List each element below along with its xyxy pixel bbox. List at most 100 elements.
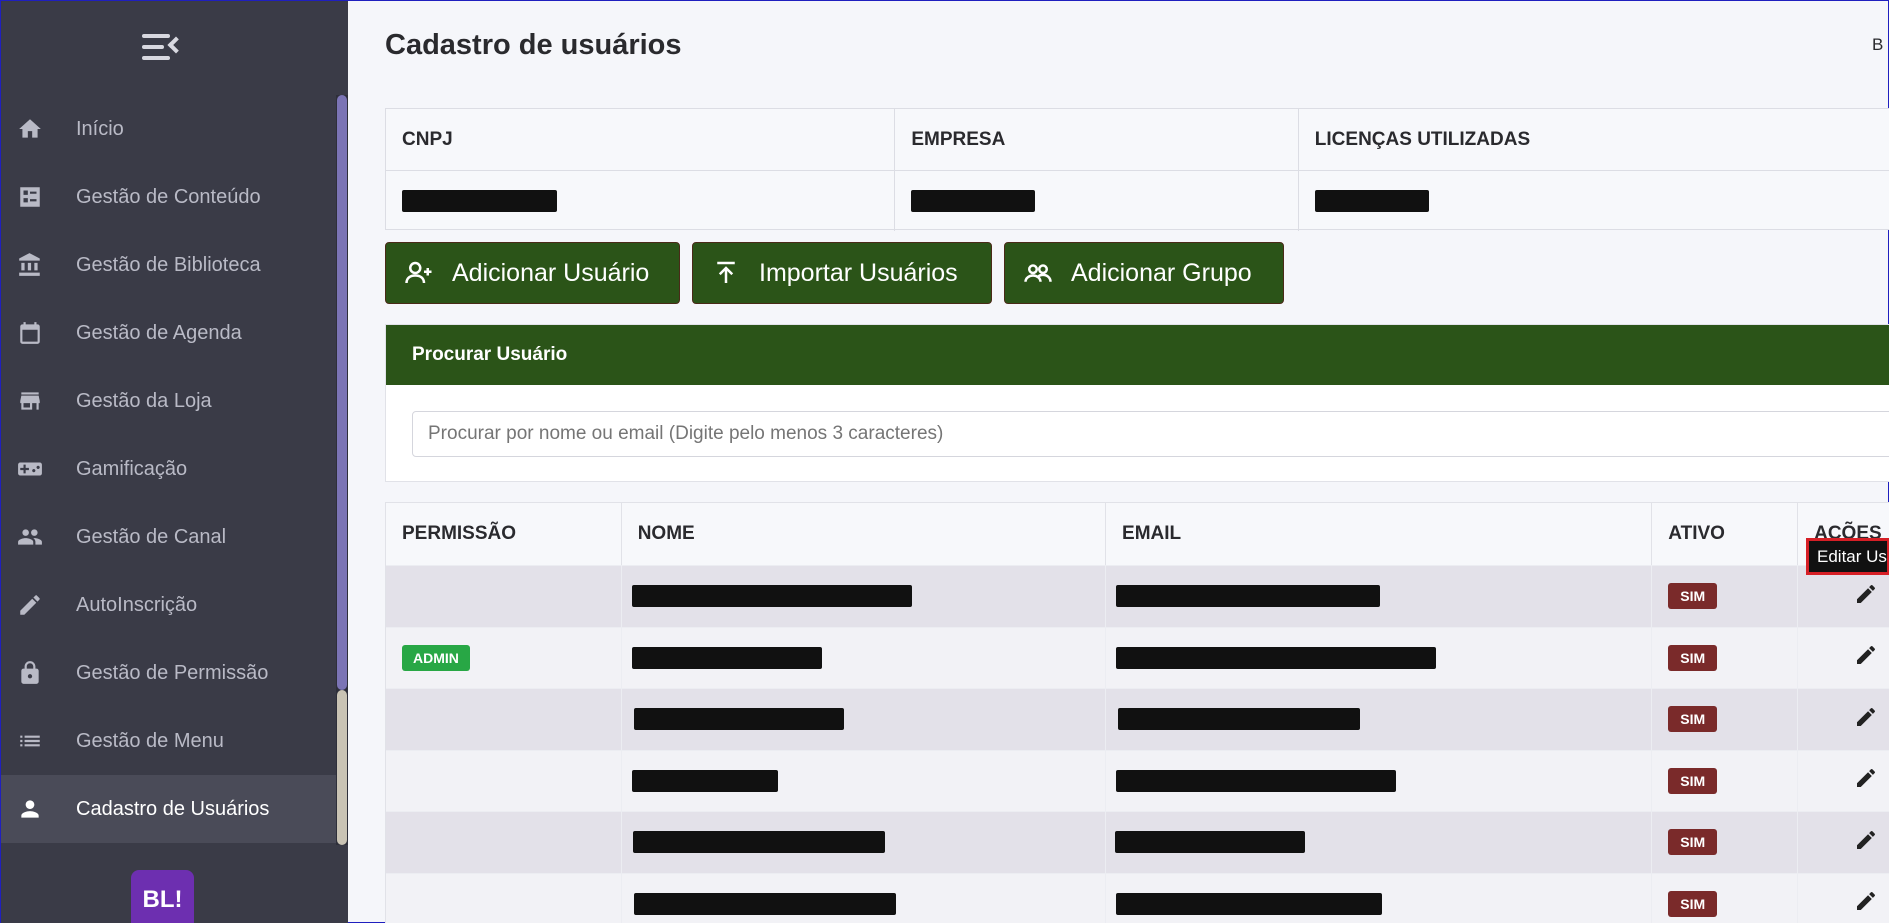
- active-cell: SIM: [1652, 689, 1799, 750]
- search-user-card: Procurar Usuário: [385, 324, 1889, 482]
- redacted-block: [633, 708, 844, 731]
- permission-cell: [386, 812, 622, 873]
- actions-cell: [1798, 751, 1889, 812]
- sidebar-item-label: Gestão da Loja: [76, 389, 212, 412]
- table-row: SIM: [386, 872, 1889, 923]
- calendar-icon: [16, 319, 44, 347]
- sidebar-item-autoinscricao[interactable]: AutoInscrição: [1, 571, 336, 639]
- page-title: Cadastro de usuários: [385, 29, 682, 61]
- admin-badge: ADMIN: [402, 644, 470, 671]
- people-icon: [16, 523, 44, 551]
- column-header-ativo[interactable]: ATIVO: [1652, 503, 1799, 565]
- sidebar-item-cadastro-usuarios[interactable]: Cadastro de Usuários: [1, 775, 336, 843]
- email-cell: [1106, 627, 1653, 688]
- sidebar-item-label: Gestão de Menu: [76, 729, 224, 752]
- sidebar-item-gestao-conteudo[interactable]: Gestão de Conteúdo: [1, 163, 336, 231]
- company-info-table: CNPJ EMPRESA LICENÇAS UTILIZADAS: [385, 108, 1889, 231]
- table-row: SIM: [386, 688, 1889, 750]
- add-person-icon: [405, 261, 432, 284]
- cnpj-header: CNPJ: [386, 109, 896, 170]
- edit-user-icon[interactable]: [1854, 582, 1878, 611]
- empresa-header: EMPRESA: [895, 109, 1299, 170]
- user-menu-initial[interactable]: B: [1872, 35, 1883, 55]
- column-header-nome[interactable]: NOME: [622, 503, 1107, 565]
- active-cell: SIM: [1652, 750, 1799, 811]
- redacted-block: [1116, 769, 1397, 792]
- edit-user-icon[interactable]: [1854, 766, 1878, 795]
- active-badge: SIM: [1668, 706, 1718, 733]
- redacted-block: [631, 646, 822, 669]
- add-user-label: Adicionar Usuário: [452, 258, 650, 287]
- search-input[interactable]: [412, 411, 1889, 457]
- sidebar-item-label: Início: [76, 117, 124, 140]
- store-icon: [16, 387, 44, 415]
- cnpj-value: [386, 171, 896, 231]
- actions-cell: [1798, 874, 1889, 923]
- permission-cell: [386, 750, 622, 811]
- licencas-value: [1299, 171, 1889, 231]
- sidebar-item-gestao-loja[interactable]: Gestão da Loja: [1, 367, 336, 435]
- redacted-block: [631, 585, 912, 608]
- sidebar-item-gestao-permissao[interactable]: Gestão de Permissão: [1, 639, 336, 707]
- name-cell: [622, 689, 1107, 750]
- active-badge: SIM: [1668, 829, 1718, 856]
- name-cell: [622, 812, 1107, 873]
- actions-cell: [1798, 812, 1889, 873]
- add-group-button[interactable]: Adicionar Grupo: [1004, 242, 1284, 304]
- active-cell: SIM: [1652, 873, 1799, 923]
- users-table: PERMISSÃO NOME EMAIL ATIVO AÇÕES SIM ADM…: [385, 502, 1889, 923]
- redacted-block: [1116, 585, 1381, 608]
- edit-user-icon[interactable]: [1854, 889, 1878, 918]
- person-icon: [16, 795, 44, 823]
- actions-cell: [1798, 628, 1889, 689]
- active-badge: SIM: [1668, 583, 1718, 610]
- sidebar-item-label: Gestão de Biblioteca: [76, 253, 261, 276]
- table-row: ADMIN SIM: [386, 626, 1889, 689]
- edit-user-icon[interactable]: [1854, 643, 1878, 672]
- sidebar-item-label: Gestão de Permissão: [76, 661, 269, 684]
- column-header-permissao[interactable]: PERMISSÃO: [386, 503, 622, 565]
- sidebar-item-gamificacao[interactable]: Gamificação: [1, 435, 336, 503]
- brand-logo: BL!: [131, 870, 194, 923]
- sidebar-item-gestao-menu[interactable]: Gestão de Menu: [1, 707, 336, 775]
- email-cell: [1106, 812, 1653, 873]
- table-body: SIM ADMIN SIM SIM SIM SIM SIM: [386, 565, 1889, 923]
- permission-cell: [386, 566, 622, 627]
- active-badge: SIM: [1668, 644, 1718, 671]
- name-cell: [622, 873, 1107, 923]
- edit-user-icon[interactable]: [1854, 705, 1878, 734]
- email-cell: [1106, 566, 1653, 627]
- redacted-block: [402, 190, 557, 212]
- sidebar-item-label: Gestão de Conteúdo: [76, 185, 261, 208]
- sidebar-scrollbar-thumb[interactable]: [337, 95, 347, 690]
- sidebar-item-gestao-canal[interactable]: Gestão de Canal: [1, 503, 336, 571]
- sidebar-item-gestao-agenda[interactable]: Gestão de Agenda: [1, 299, 336, 367]
- sidebar-item-gestao-biblioteca[interactable]: Gestão de Biblioteca: [1, 231, 336, 299]
- edit-user-tooltip: Editar Us: [1806, 538, 1889, 575]
- sidebar-scrollbar-lower: [337, 690, 347, 845]
- redacted-block: [633, 892, 896, 915]
- email-cell: [1106, 750, 1653, 811]
- active-cell: SIM: [1652, 566, 1799, 627]
- active-badge: SIM: [1668, 767, 1718, 794]
- email-cell: [1106, 873, 1653, 923]
- redacted-block: [1115, 831, 1306, 854]
- company-info-value-row: [386, 170, 1889, 231]
- sidebar-item-inicio[interactable]: Início: [1, 95, 336, 163]
- add-user-button[interactable]: Adicionar Usuário: [385, 242, 680, 304]
- upload-icon: [717, 261, 735, 283]
- column-header-email[interactable]: EMAIL: [1106, 503, 1653, 565]
- active-cell: SIM: [1652, 627, 1799, 688]
- redacted-block: [631, 769, 778, 792]
- sidebar-item-label: Gestão de Canal: [76, 525, 227, 548]
- add-group-label: Adicionar Grupo: [1071, 258, 1252, 287]
- table-row: SIM: [386, 749, 1889, 812]
- main-content: Cadastro de usuários B CNPJ EMPRESA LICE…: [348, 1, 1889, 923]
- import-users-button[interactable]: Importar Usuários: [692, 242, 992, 304]
- edit-user-icon[interactable]: [1854, 828, 1878, 857]
- licencas-header: LICENÇAS UTILIZADAS: [1314, 128, 1531, 150]
- redacted-block: [632, 831, 885, 854]
- sidebar-nav: Início Gestão de Conteúdo Gestão de Bibl…: [1, 95, 336, 843]
- sidebar-item-label: Cadastro de Usuários: [76, 797, 270, 820]
- collapse-menu-icon[interactable]: [142, 32, 185, 62]
